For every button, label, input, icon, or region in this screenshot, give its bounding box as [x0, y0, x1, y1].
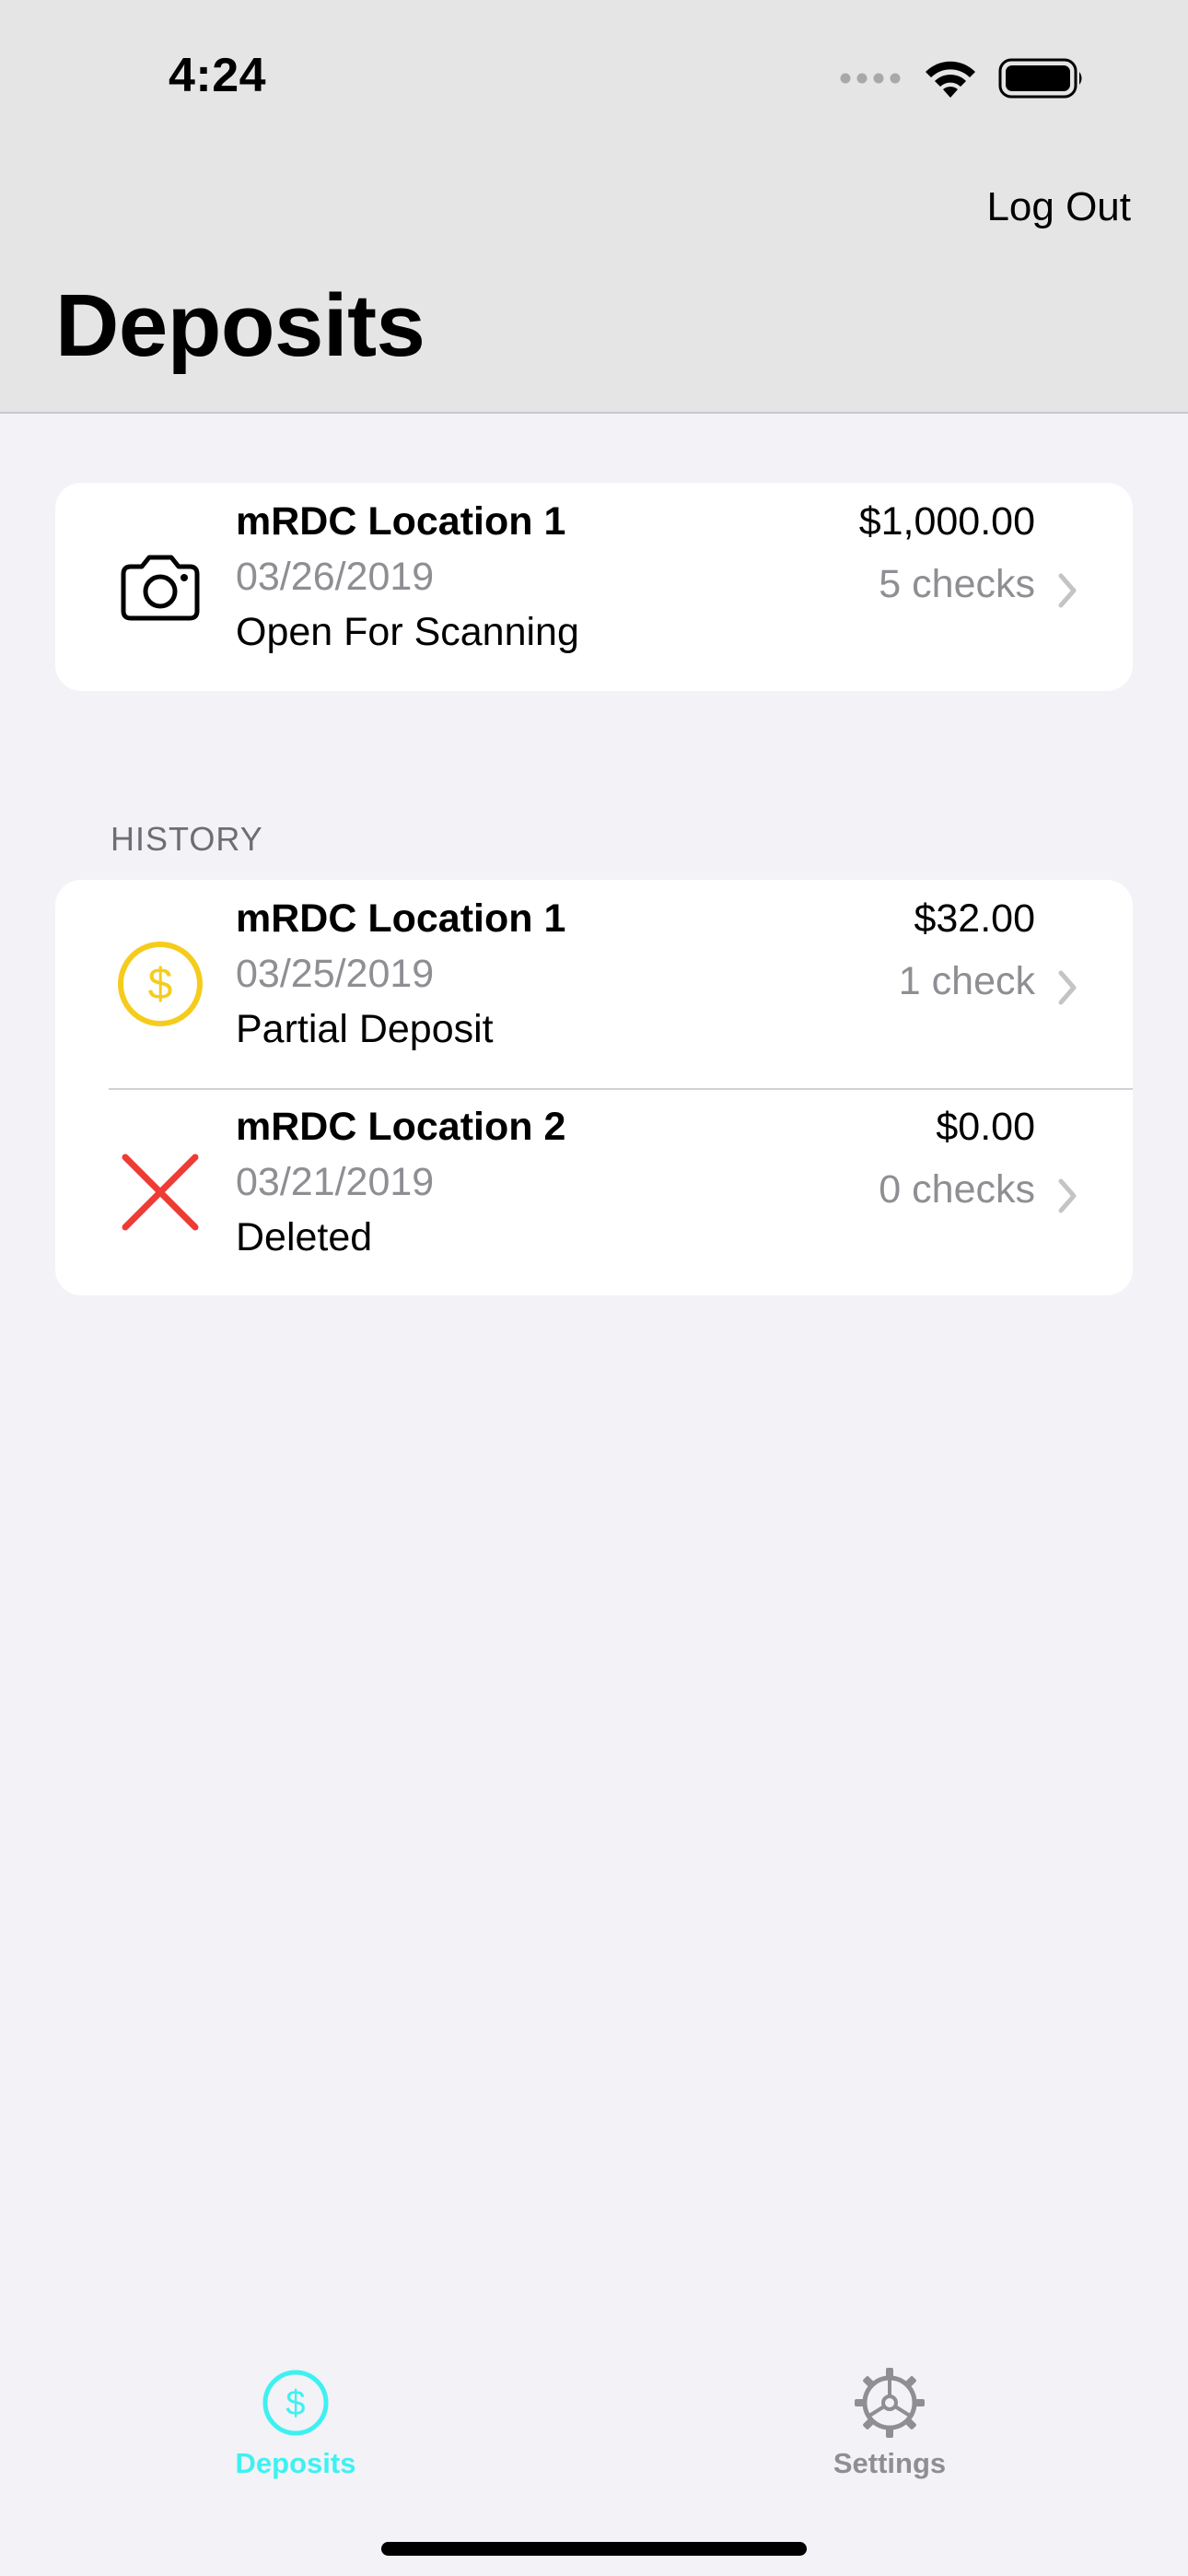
deposit-amount: $0.00 — [936, 1105, 1035, 1149]
tab-bar: $ Deposits Settings — [0, 2322, 1188, 2576]
tab-label: Settings — [833, 2447, 947, 2479]
deposit-row-current[interactable]: mRDC Location 1 03/26/2019 Open For Scan… — [55, 483, 1133, 691]
deposit-date: 03/25/2019 — [236, 952, 435, 996]
page-title: Deposits — [55, 276, 425, 375]
deposit-location: mRDC Location 2 — [236, 1105, 566, 1149]
chevron-right-icon — [1058, 1178, 1077, 1213]
deposit-location: mRDC Location 1 — [236, 896, 566, 941]
camera-icon — [121, 555, 200, 621]
tab-deposits[interactable]: $ Deposits — [157, 2366, 434, 2480]
status-time: 4:24 — [169, 49, 267, 102]
history-section-header: HISTORY — [111, 820, 263, 858]
deposit-check-count: 0 checks — [879, 1167, 1035, 1212]
deposit-location: mRDC Location 1 — [236, 499, 566, 544]
x-mark-icon — [122, 1153, 199, 1231]
deposit-date: 03/26/2019 — [236, 555, 435, 599]
dollar-circle-icon: $ — [118, 942, 203, 1026]
deposit-status: Partial Deposit — [236, 1007, 494, 1051]
current-deposit-card: mRDC Location 1 03/26/2019 Open For Scan… — [55, 483, 1133, 691]
deposit-amount: $1,000.00 — [858, 499, 1035, 544]
deposit-status: Deleted — [236, 1215, 373, 1259]
cellular-icon — [840, 73, 901, 84]
deposit-amount: $32.00 — [914, 896, 1035, 941]
row-divider — [109, 1088, 1133, 1090]
dollar-circle-icon: $ — [262, 2370, 329, 2436]
deposit-status: Open For Scanning — [236, 610, 579, 654]
tab-label: Deposits — [235, 2447, 356, 2479]
svg-text:$: $ — [148, 960, 173, 1009]
logout-button[interactable]: Log Out — [986, 184, 1131, 230]
svg-text:$: $ — [285, 2384, 305, 2423]
deposit-row-history-1[interactable]: $ mRDC Location 1 03/25/2019 Partial Dep… — [55, 880, 1133, 1088]
gear-icon — [855, 2368, 925, 2438]
history-card: $ mRDC Location 1 03/25/2019 Partial Dep… — [55, 880, 1133, 1295]
chevron-right-icon — [1058, 573, 1077, 608]
chevron-right-icon — [1058, 970, 1077, 1005]
status-icons — [838, 57, 1085, 100]
deposit-check-count: 1 check — [898, 959, 1035, 1003]
deposit-check-count: 5 checks — [879, 562, 1035, 606]
navigation-header: 4:24 Log Out Deposits — [0, 0, 1188, 414]
wifi-icon — [926, 61, 975, 98]
battery-icon — [998, 58, 1082, 99]
deposit-row-history-2[interactable]: mRDC Location 2 03/21/2019 Deleted $0.00… — [55, 1088, 1133, 1295]
home-indicator[interactable] — [381, 2542, 807, 2556]
deposit-date: 03/21/2019 — [236, 1160, 435, 1204]
tab-settings[interactable]: Settings — [751, 2366, 1028, 2480]
